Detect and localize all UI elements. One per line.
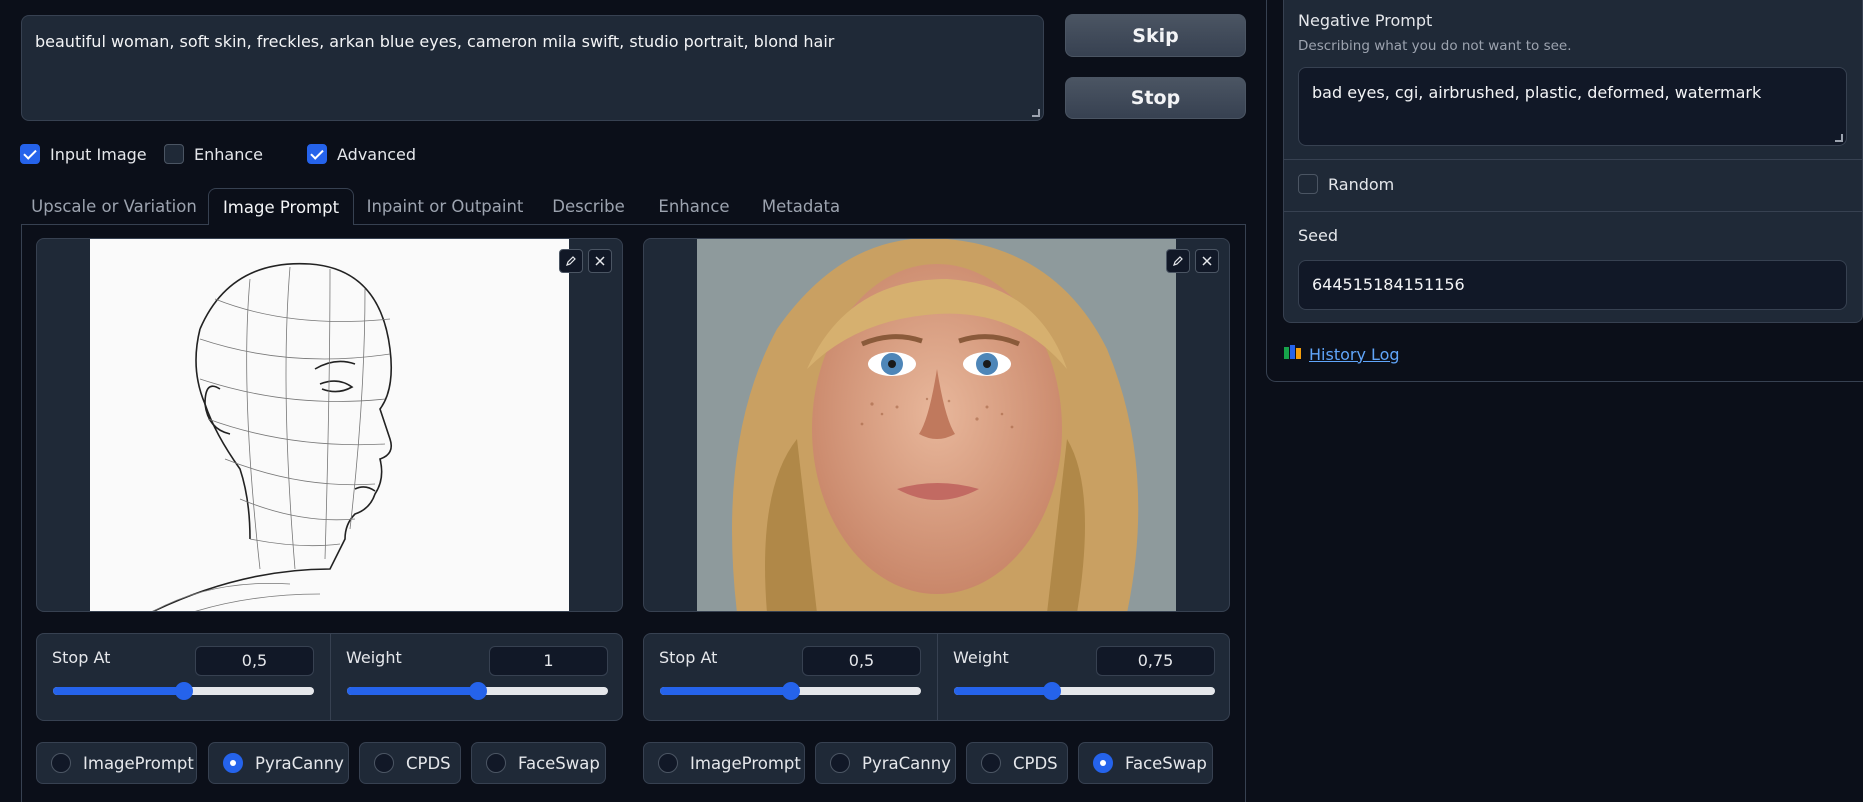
negative-prompt-text: bad eyes, cgi, airbrushed, plastic, defo… [1312,83,1762,102]
stop-button[interactable]: Stop [1065,77,1246,119]
radio-label: FaceSwap [1125,753,1207,773]
stop-at-label: Stop At [659,648,718,667]
radio-cpds-1[interactable]: CPDS [359,742,461,784]
weight-input[interactable]: 0,75 [1096,646,1215,676]
portrait-photo-image [697,239,1176,611]
negative-prompt-label: Negative Prompt [1298,11,1433,30]
resize-handle[interactable] [1032,109,1040,117]
radio-label: CPDS [1013,753,1058,773]
pencil-icon [1172,252,1184,271]
input-image-checkbox[interactable] [20,144,40,164]
clear-image-button[interactable] [1195,249,1219,273]
slider-panel-1: Stop At 0,5 Weight 1 [36,633,623,721]
radio-indicator [1093,753,1113,773]
stop-at-input[interactable]: 0,5 [195,646,314,676]
prompt-textarea[interactable]: beautiful woman, soft skin, freckles, ar… [21,15,1044,121]
radio-imageprompt-2[interactable]: ImagePrompt [643,742,805,784]
slider-divider [330,634,331,720]
tab-metadata[interactable]: Metadata [756,188,846,224]
tab-inpaint-or-outpaint[interactable]: Inpaint or Outpaint [360,188,530,224]
advanced-option[interactable]: Advanced [307,144,416,164]
negative-prompt-input[interactable]: bad eyes, cgi, airbrushed, plastic, defo… [1298,67,1847,146]
radio-label: FaceSwap [518,753,600,773]
input-image-option[interactable]: Input Image [20,144,147,164]
slider-fill [954,687,1052,695]
radio-label: PyraCanny [255,753,344,773]
weight-label: Weight [346,648,402,667]
wireframe-head-image [90,239,569,611]
radio-imageprompt-1[interactable]: ImagePrompt [36,742,197,784]
close-icon [594,252,606,271]
radio-indicator [658,753,678,773]
radio-pyracanny-1[interactable]: PyraCanny [208,742,349,784]
random-checkbox[interactable] [1298,174,1318,194]
stop-at-slider[interactable] [53,682,314,700]
pencil-icon [565,252,577,271]
radio-label: PyraCanny [862,753,951,773]
radio-faceswap-1[interactable]: FaceSwap [471,742,606,784]
radio-pyracanny-2[interactable]: PyraCanny [815,742,956,784]
weight-slider[interactable] [954,682,1215,700]
radio-label: ImagePrompt [83,753,194,773]
divider [1283,159,1863,160]
slider-thumb[interactable] [174,682,193,700]
history-log-link[interactable]: History Log [1283,344,1400,364]
radio-indicator [486,753,506,773]
image-upload-1[interactable] [36,238,623,612]
tab-upscale-or-variation[interactable]: Upscale or Variation [24,188,204,224]
radio-cpds-2[interactable]: CPDS [966,742,1068,784]
slider-divider [937,634,938,720]
edit-image-button[interactable] [1166,249,1190,273]
prompt-text: beautiful woman, soft skin, freckles, ar… [35,32,835,51]
input-image-label: Input Image [50,144,147,164]
slider-fill [660,687,791,695]
tab-describe[interactable]: Describe [541,188,636,224]
slider-fill [347,687,478,695]
seed-input[interactable]: 644515184151156 [1298,260,1847,310]
radio-indicator [981,753,1001,773]
slider-panel-2: Stop At 0,5 Weight 0,75 [643,633,1230,721]
weight-label: Weight [953,648,1009,667]
tab-image-prompt[interactable]: Image Prompt [208,188,354,225]
books-icon [1283,344,1303,364]
stop-at-slider[interactable] [660,682,921,700]
random-seed-option[interactable]: Random [1298,174,1394,194]
stop-at-input[interactable]: 0,5 [802,646,921,676]
edit-image-button[interactable] [559,249,583,273]
random-label: Random [1328,174,1395,194]
radio-faceswap-2[interactable]: FaceSwap [1078,742,1213,784]
weight-slider[interactable] [347,682,608,700]
radio-label: ImagePrompt [690,753,801,773]
advanced-checkbox[interactable] [307,144,327,164]
stop-at-label: Stop At [52,648,111,667]
slider-fill [53,687,184,695]
close-icon [1201,252,1213,271]
radio-indicator [223,753,243,773]
slider-thumb[interactable] [468,682,487,700]
slider-thumb[interactable] [781,682,800,700]
radio-label: CPDS [406,753,451,773]
history-log-label: History Log [1309,344,1400,364]
enhance-checkbox[interactable] [164,144,184,164]
clear-image-button[interactable] [588,249,612,273]
radio-indicator [51,753,71,773]
image-upload-2[interactable] [643,238,1230,612]
radio-indicator [830,753,850,773]
resize-handle[interactable] [1835,134,1843,142]
skip-button[interactable]: Skip [1065,14,1246,57]
slider-thumb[interactable] [1042,682,1061,700]
negative-prompt-description: Describing what you do not want to see. [1298,38,1572,54]
divider [1283,211,1863,212]
advanced-label: Advanced [337,144,417,164]
enhance-option[interactable]: Enhance [164,144,263,164]
radio-indicator [374,753,394,773]
weight-input[interactable]: 1 [489,646,608,676]
enhance-label: Enhance [194,144,263,164]
seed-value: 644515184151156 [1312,275,1465,294]
seed-label: Seed [1298,226,1338,245]
tab-enhance[interactable]: Enhance [647,188,741,224]
